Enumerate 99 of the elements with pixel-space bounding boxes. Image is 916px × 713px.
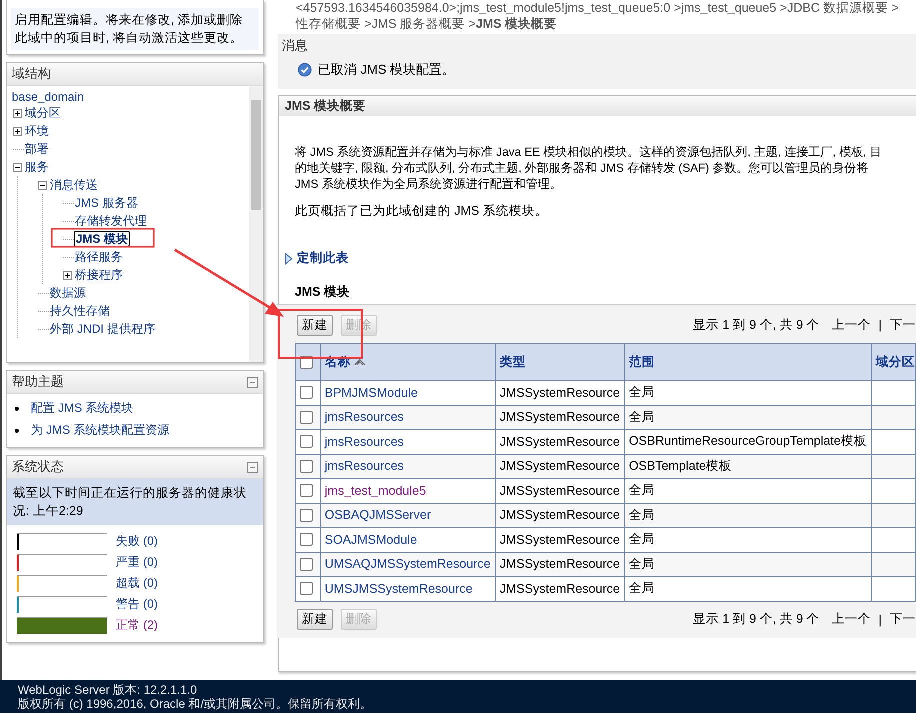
tree-item[interactable]: JMS 模块: [74, 231, 130, 247]
panel-title: 帮助主题: [12, 373, 64, 391]
scrollbar[interactable]: [249, 86, 263, 362]
table-cell: JMSSystemResource: [495, 478, 625, 503]
table-cell: 全局: [624, 528, 872, 552]
table-cell: 全局: [624, 576, 872, 601]
health-link[interactable]: 失败 (0): [116, 533, 158, 550]
change-center-message: 启用配置编辑。将来在修改, 添加或删除此域中的项目时, 将自动激活这些更改。: [11, 8, 259, 50]
module-link[interactable]: UMSJMSSystemResource: [324, 582, 473, 596]
table-cell: 全局: [624, 503, 872, 528]
tree-item[interactable]: 桥接程序: [74, 268, 124, 282]
column-header[interactable]: 域分区: [871, 344, 916, 380]
customize-table-link[interactable]: 定制此表: [297, 250, 349, 267]
module-link[interactable]: UMSAQJMSSystemResource: [324, 557, 491, 572]
tree-item[interactable]: 路径服务: [74, 250, 124, 264]
table-cell: 全局: [624, 405, 872, 430]
column-header[interactable]: 类型: [495, 344, 625, 380]
column-header[interactable]: 范围: [624, 344, 872, 380]
table-cell: JMSSystemResource: [495, 380, 625, 405]
module-link[interactable]: jms_test_module5: [324, 484, 426, 498]
module-link[interactable]: jmsResources: [324, 410, 404, 424]
next-link[interactable]: 下一: [890, 611, 916, 628]
table-cell: OSBTemplate模板: [624, 454, 872, 478]
module-link[interactable]: BPMJMSModule: [324, 386, 418, 400]
tree-item[interactable]: 外部 JNDI 提供程序: [49, 322, 156, 336]
bullet-icon: [15, 406, 19, 410]
help-link[interactable]: 配置 JMS 系统模块: [31, 400, 134, 417]
bullet-icon: [15, 428, 19, 432]
row-checkbox[interactable]: [300, 484, 313, 498]
pagination-info: 显示 1 到 9 个, 共 9 个: [693, 611, 820, 628]
collapse-icon[interactable]: [13, 162, 22, 172]
expand-icon[interactable]: [13, 126, 22, 136]
pagination-info: 显示 1 到 9 个, 共 9 个: [693, 316, 820, 334]
summary-text: 此页概括了已为此域创建的 JMS 系统模块。: [295, 203, 549, 220]
table-cell: JMSSystemResource: [495, 454, 625, 478]
message-text: 已取消 JMS 模块配置。: [318, 61, 456, 79]
previous-link[interactable]: 上一个: [832, 611, 871, 628]
tree-item[interactable]: 域分区: [24, 106, 62, 120]
next-link[interactable]: 下一: [890, 316, 916, 334]
health-link[interactable]: 正常 (2): [116, 617, 158, 634]
module-link[interactable]: jmsResources: [324, 459, 404, 474]
tree-item[interactable]: JMS 服务器: [74, 196, 140, 210]
table-cell: 全局: [624, 380, 872, 405]
previous-link[interactable]: 上一个: [832, 316, 871, 334]
row-checkbox[interactable]: [300, 435, 313, 448]
description-text: JMS 系统模块作为全局系统资源进行配置和管理。: [295, 176, 563, 192]
expand-icon[interactable]: [63, 270, 72, 280]
row-checkbox[interactable]: [300, 533, 313, 546]
copyright-text: 版权所有 (c) 1996,2016, Oracle 和/或其附属公司。保留所有权利。: [18, 697, 374, 711]
table-cell: JMSSystemResource: [495, 503, 625, 528]
pagination-separator: |: [878, 318, 882, 332]
module-link[interactable]: SOAJMSModule: [324, 532, 418, 547]
module-link[interactable]: jmsResources: [324, 434, 404, 449]
panel-title: 域结构: [12, 65, 51, 83]
health-link[interactable]: 警告 (0): [116, 596, 158, 613]
description-text: 的地关键字, 限额, 分布式队列, 分布式主题, 外部服务器和 JMS 存储转发 (SAF) 参数。您可以管理员的身份将: [295, 160, 870, 176]
table-cell: JMSSystemResource: [495, 576, 625, 601]
version-text: WebLogic Server 版本: 12.2.1.1.0: [18, 683, 198, 697]
table-title: JMS 模块: [295, 284, 352, 301]
collapse-icon[interactable]: [38, 180, 47, 190]
row-checkbox[interactable]: [300, 410, 313, 424]
health-link[interactable]: 超载 (0): [116, 575, 158, 592]
messages-title: 消息: [282, 37, 309, 55]
tree-item[interactable]: 数据源: [49, 286, 87, 300]
row-checkbox[interactable]: [300, 508, 313, 522]
table-cell: JMSSystemResource: [495, 430, 625, 454]
new-button[interactable]: 新建: [297, 609, 333, 630]
tree-item[interactable]: 消息传送: [49, 178, 99, 192]
row-checkbox[interactable]: [300, 386, 313, 400]
tree-item[interactable]: 服务: [24, 160, 50, 174]
panel-title: 系统状态: [12, 458, 64, 476]
expand-icon[interactable]: [13, 108, 22, 118]
row-checkbox[interactable]: [300, 582, 313, 596]
table-cell: OSBRuntimeResourceGroupTemplate模板: [624, 430, 872, 454]
pagination-separator: |: [878, 612, 882, 626]
table-cell: JMSSystemResource: [495, 552, 625, 576]
table-cell: JMSSystemResource: [495, 405, 625, 430]
tree-root[interactable]: base_domain: [11, 90, 245, 104]
sort-ascending-icon[interactable]: [354, 358, 366, 366]
row-checkbox[interactable]: [300, 558, 313, 571]
table-cell: JMSSystemResource: [495, 528, 625, 552]
breadcrumb[interactable]: 性存储概要 >JMS 服务器概要 >JMS 模块概要: [296, 16, 916, 32]
tree-item[interactable]: 部署: [24, 142, 50, 156]
tree-item[interactable]: 存储转发代理: [74, 214, 148, 228]
row-checkbox[interactable]: [300, 460, 313, 473]
table-cell: 全局: [624, 552, 872, 576]
new-button[interactable]: 新建: [297, 314, 333, 336]
health-link[interactable]: 严重 (0): [116, 554, 158, 571]
health-summary: 截至以下时间正在运行的服务器的健康状况: 上午2:29: [7, 479, 263, 525]
tree-item[interactable]: 持久性存储: [49, 304, 111, 318]
tree-item[interactable]: 环境: [24, 124, 50, 138]
help-link[interactable]: 为 JMS 系统模块配置资源: [31, 422, 170, 439]
panel-title: JMS 模块概要: [285, 98, 366, 114]
breadcrumb[interactable]: <457593.1634546035984.0>;jms_test_module5!jms_test_queue5:0 >jms_test_queue5 >JDBC 数据源概要 >: [296, 0, 916, 16]
expand-triangle-icon[interactable]: [285, 252, 293, 264]
description-text: 将 JMS 系统资源配置并存储为与标准 Java EE 模块相似的模块。这样的资源包括队列, 主题, 连接工厂, 模板, 目: [295, 144, 883, 160]
module-link[interactable]: OSBAQJMSServer: [324, 508, 432, 522]
table-cell: 全局: [624, 478, 872, 503]
check-icon: [298, 63, 312, 77]
